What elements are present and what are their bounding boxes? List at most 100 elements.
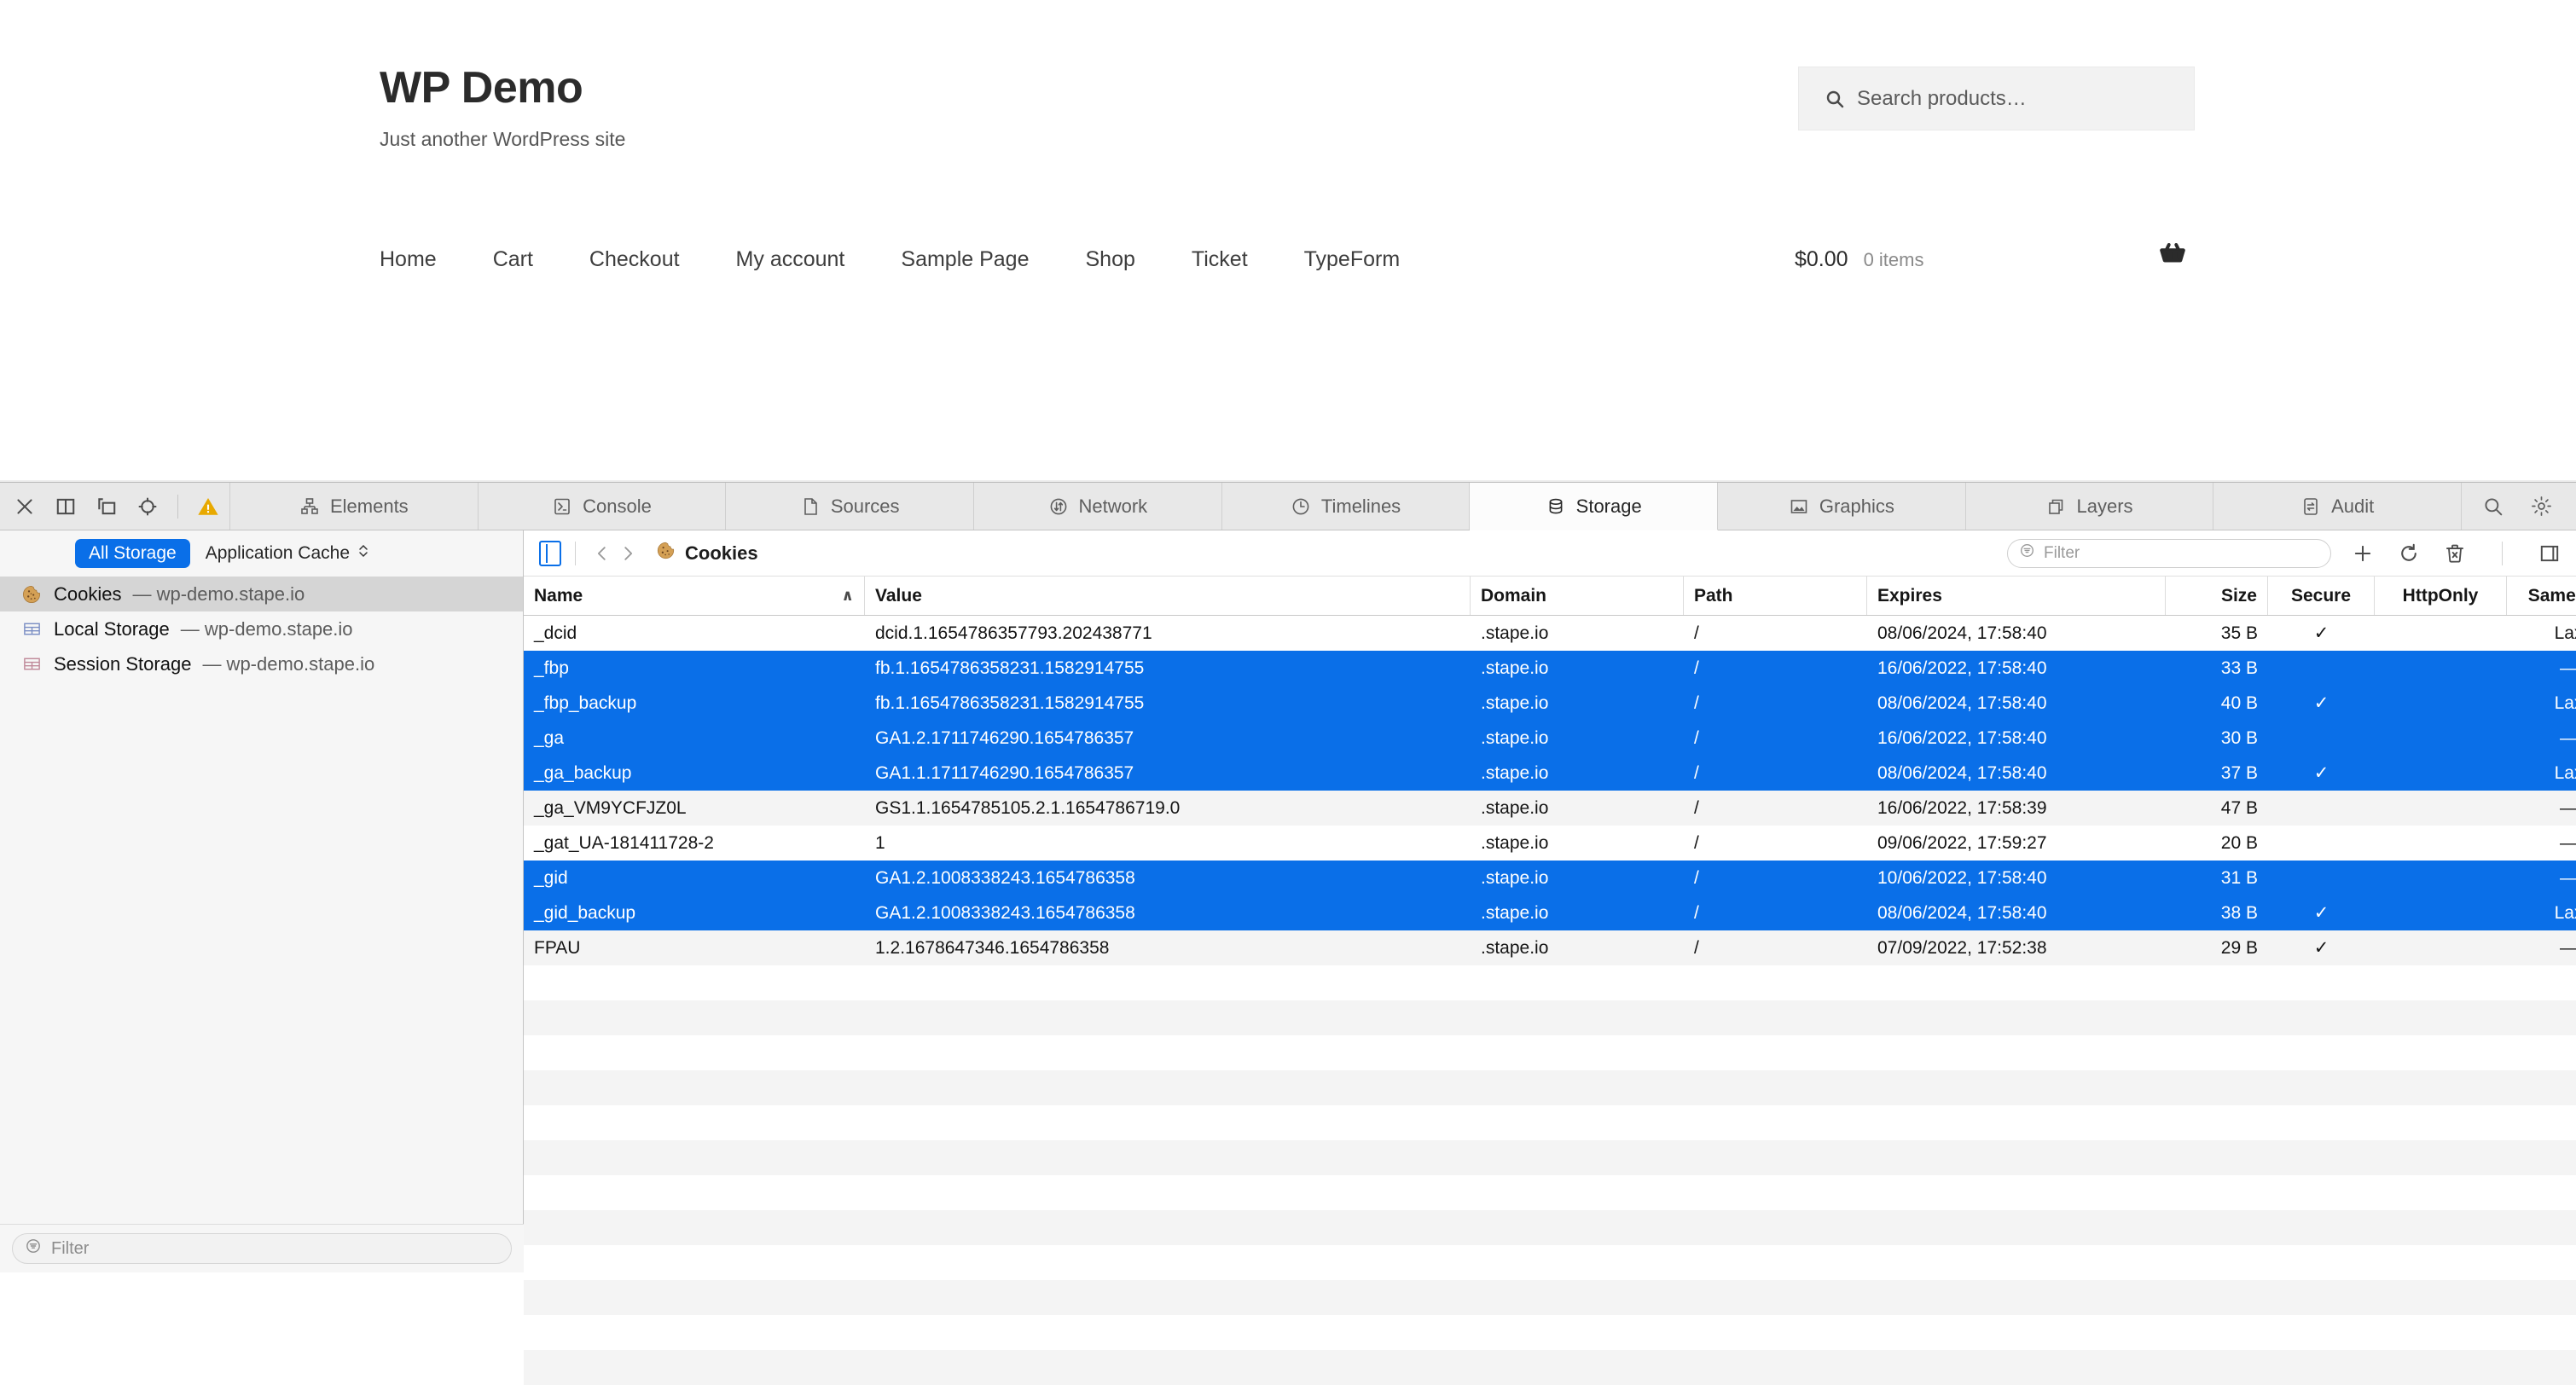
add-cookie-icon[interactable]: [2350, 541, 2376, 566]
nav-item-cart[interactable]: Cart: [465, 247, 561, 272]
dock-bottom-icon[interactable]: [94, 494, 119, 519]
table-row[interactable]: _ga_backup GA1.1.1711746290.1654786357 .st…: [524, 756, 2576, 791]
column-header-samesite[interactable]: SameSite: [2507, 577, 2576, 615]
cell-path: /: [1694, 658, 1699, 678]
nav-item-home[interactable]: Home: [380, 247, 465, 272]
back-icon[interactable]: [589, 541, 615, 566]
inspect-element-icon[interactable]: [135, 494, 160, 519]
cell-domain: .stape.io: [1481, 902, 1549, 923]
network-icon: [1048, 496, 1069, 517]
tab-network[interactable]: Network: [974, 483, 1222, 530]
cell-expires: 08/06/2024, 17:58:40: [1877, 623, 2047, 643]
table-row[interactable]: _ga GA1.2.1711746290.1654786357 .stape.io /…: [524, 721, 2576, 756]
product-search-placeholder: Search products…: [1857, 86, 2027, 110]
cell-value: 1: [875, 832, 885, 853]
column-header-httponly[interactable]: HttpOnly: [2375, 577, 2507, 615]
cell-secure: [2268, 861, 2375, 895]
storage-action-buttons: [2350, 541, 2562, 566]
cell-value: GS1.1.1654785105.2.1.1654786719.0: [875, 797, 1181, 818]
tab-label: Layers: [2076, 495, 2133, 517]
cookie-filter-input[interactable]: Filter: [2007, 538, 2331, 568]
table-row[interactable]: _gat_UA-181411728-2 1 .stape.io / 09/06/2022…: [524, 826, 2576, 861]
tab-graphics[interactable]: Graphics: [1718, 483, 1966, 530]
cell-samesite: —: [2560, 658, 2576, 678]
cell-httponly: [2375, 826, 2507, 861]
sidebar-item-session-storage[interactable]: Session Storage — wp-demo.stape.io: [0, 646, 523, 681]
search-icon[interactable]: [2480, 494, 2506, 519]
tab-audit[interactable]: Audit: [2213, 483, 2463, 530]
cell-httponly: [2375, 616, 2507, 651]
cell-name: _ga: [534, 727, 565, 748]
filter-icon: [2019, 542, 2035, 564]
clear-cookies-icon[interactable]: [2442, 541, 2468, 566]
table-row[interactable]: _fbp_backup fb.1.1654786358231.1582914755…: [524, 686, 2576, 721]
table-empty-row: [524, 965, 2576, 1000]
nav-item-ticket[interactable]: Ticket: [1163, 247, 1276, 272]
nav-item-typeform[interactable]: TypeForm: [1276, 247, 1429, 272]
tab-console[interactable]: Console: [478, 483, 727, 530]
cell-httponly: [2375, 895, 2507, 930]
scope-type-dropdown[interactable]: Application Cache: [206, 542, 369, 565]
tab-label: Sources: [830, 495, 900, 517]
nav-item-sample-page[interactable]: Sample Page: [873, 247, 1057, 272]
inspector-body: All Storage Application Cache Cookies — …: [0, 530, 2576, 1385]
site-title[interactable]: WP Demo: [380, 63, 625, 113]
basket-icon[interactable]: [2158, 240, 2187, 274]
cell-expires: 16/06/2022, 17:58:40: [1877, 658, 2047, 678]
cell-samesite: Lax: [2554, 692, 2576, 713]
tab-layers[interactable]: Layers: [1965, 483, 2214, 530]
sidebar-item-label: Local Storage: [54, 617, 170, 640]
cell-value: GA1.2.1008338243.1654786358: [875, 902, 1135, 923]
nav-item-shop[interactable]: Shop: [1058, 247, 1163, 272]
scope-type-value: Application Cache: [205, 543, 351, 563]
sidebar-item-local-storage[interactable]: Local Storage — wp-demo.stape.io: [0, 611, 523, 646]
forward-icon[interactable]: [615, 541, 641, 566]
column-header-size[interactable]: Size: [2166, 577, 2268, 615]
tab-storage[interactable]: Storage: [1470, 483, 1719, 530]
tab-label: Storage: [1575, 495, 1642, 517]
product-search-box[interactable]: Search products…: [1798, 67, 2195, 130]
tab-elements[interactable]: Elements: [230, 483, 479, 530]
sidebar-item-cookies[interactable]: Cookies — wp-demo.stape.io: [0, 577, 523, 611]
toggle-details-sidebar-icon[interactable]: [2537, 541, 2562, 566]
nav-item-checkout[interactable]: Checkout: [561, 247, 708, 272]
table-row[interactable]: _ga_VM9YCFJZ0L GS1.1.1654785105.2.1.16547…: [524, 791, 2576, 826]
table-row[interactable]: _gid GA1.2.1008338243.1654786358 .stape.io…: [524, 861, 2576, 895]
tab-sources[interactable]: Sources: [726, 483, 975, 530]
column-header-domain[interactable]: Domain: [1471, 577, 1684, 615]
inspector-toolbar-right: [2462, 483, 2576, 530]
cell-httponly: [2375, 686, 2507, 721]
cell-name: _fbp_backup: [534, 692, 637, 713]
cookie-icon: [656, 541, 676, 565]
cell-samesite: —: [2560, 727, 2576, 748]
table-row[interactable]: _gid_backup GA1.2.1008338243.1654786358 .s…: [524, 895, 2576, 930]
refresh-icon[interactable]: [2396, 541, 2422, 566]
column-header-name[interactable]: Name ∧: [524, 577, 865, 615]
column-header-expires[interactable]: Expires: [1867, 577, 2166, 615]
storage-scope-bar: All Storage Application Cache: [0, 530, 523, 577]
toggle-sidebar-icon[interactable]: [539, 540, 561, 566]
column-header-value[interactable]: Value: [865, 577, 1471, 615]
table-row[interactable]: _fbp fb.1.1654786358231.1582914755 .stape.…: [524, 651, 2576, 686]
table-body: _dcid dcid.1.1654786357793.202438771 .stap…: [524, 616, 2576, 965]
scope-all-storage-button[interactable]: All Storage: [75, 539, 190, 568]
table-row[interactable]: FPAU 1.2.1678647346.1654786358 .stape.io / 0…: [524, 930, 2576, 965]
cart-summary[interactable]: $0.00 0 items: [1795, 247, 1923, 272]
breadcrumb[interactable]: Cookies: [656, 541, 758, 565]
column-header-secure[interactable]: Secure: [2268, 577, 2375, 615]
sidebar-filter-input[interactable]: Filter: [12, 1233, 512, 1264]
column-header-path[interactable]: Path: [1684, 577, 1867, 615]
navbar-divider: [575, 541, 576, 565]
cell-domain: .stape.io: [1481, 623, 1549, 643]
tab-label: Elements: [329, 495, 409, 517]
tab-label: Console: [583, 495, 652, 517]
warning-icon[interactable]: [195, 494, 221, 519]
cell-domain: .stape.io: [1481, 727, 1549, 748]
table-row[interactable]: _dcid dcid.1.1654786357793.202438771 .stap…: [524, 616, 2576, 651]
tab-timelines[interactable]: Timelines: [1221, 483, 1471, 530]
cell-value: GA1.2.1008338243.1654786358: [875, 867, 1135, 888]
nav-item-my-account[interactable]: My account: [708, 247, 873, 272]
close-icon[interactable]: [12, 494, 38, 519]
dock-right-icon[interactable]: [53, 494, 78, 519]
settings-gear-icon[interactable]: [2528, 494, 2554, 519]
